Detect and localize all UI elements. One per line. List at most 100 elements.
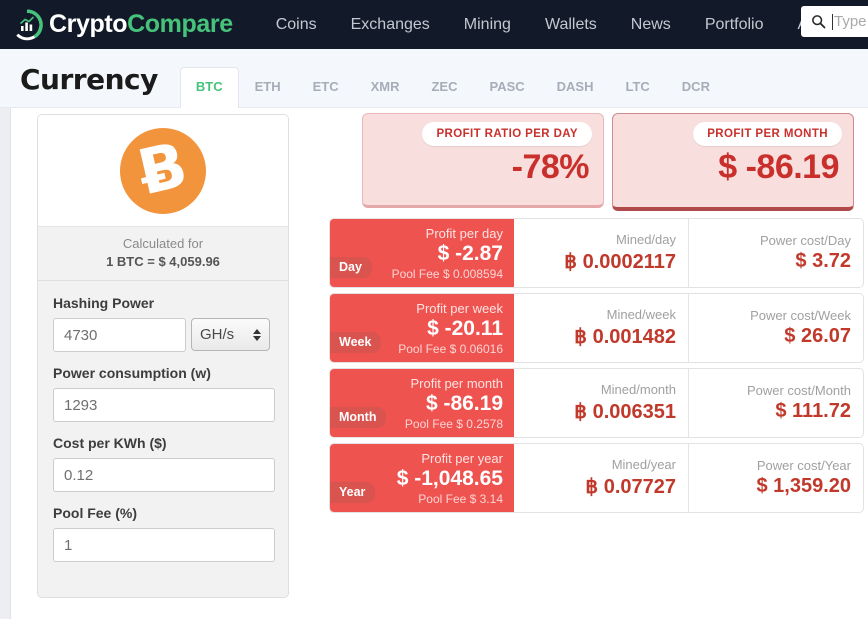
nav-link-news[interactable]: News: [614, 16, 688, 34]
search-box[interactable]: Type: [801, 6, 868, 37]
profit-label: Profit per day: [426, 226, 503, 241]
nav-links: Coins Exchanges Mining Wallets News Port…: [259, 16, 841, 34]
profit-month-value: $ -86.19: [718, 148, 839, 187]
pool-fee-value: Pool Fee $ 3.14: [418, 492, 503, 506]
mined-value: ฿ 0.006351: [574, 399, 676, 424]
search-input[interactable]: Type: [834, 13, 867, 30]
profit-label: Profit per month: [411, 376, 504, 391]
tab-zec[interactable]: ZEC: [415, 67, 473, 107]
power-cost-label: Power cost/Day: [760, 233, 851, 248]
search-icon: [811, 14, 826, 29]
profit-value: $ -86.19: [426, 392, 503, 416]
bitcoin-glyph: Ƀ: [133, 133, 193, 204]
profit-ratio-per-day-panel: PROFIT RATIO PER DAY -78%: [362, 113, 604, 208]
power-cost-label: Power cost/Month: [747, 383, 851, 398]
profit-value: $ -20.11: [427, 317, 503, 341]
brand-title-part2: Compare: [127, 10, 233, 38]
profit-month-badge: PROFIT PER MONTH: [693, 122, 842, 146]
power-cost-label: Power cost/Week: [750, 308, 851, 323]
tab-xmr[interactable]: XMR: [355, 67, 416, 107]
pool-fee-value: Pool Fee $ 0.06016: [398, 342, 503, 356]
table-row: Profit per day $ -2.87 Pool Fee $ 0.0085…: [329, 218, 864, 288]
mined-label: Mined/year: [612, 457, 676, 472]
cryptocompare-logo-icon: [10, 8, 44, 42]
power-cost-cell-day: Power cost/Day $ 3.72: [689, 219, 863, 287]
nav-link-mining[interactable]: Mining: [447, 16, 528, 34]
profit-cell-year: Profit per year $ -1,048.65 Pool Fee $ 3…: [330, 444, 514, 512]
table-row: Profit per month $ -86.19 Pool Fee $ 0.2…: [329, 368, 864, 438]
power-consumption-input[interactable]: 1293: [53, 388, 275, 422]
top-navbar: CryptoCompare Coins Exchanges Mining Wal…: [0, 0, 868, 49]
currency-tabs: BTC ETH ETC XMR ZEC PASC DASH LTC DCR: [180, 67, 726, 107]
hashing-power-input[interactable]: 4730: [53, 318, 186, 352]
profit-ratio-badge: PROFIT RATIO PER DAY: [422, 122, 592, 146]
power-consumption-label: Power consumption (w): [53, 365, 273, 381]
period-badge-month: Month: [329, 407, 386, 428]
tab-dcr[interactable]: DCR: [666, 67, 726, 107]
calculated-for-box: Calculated for 1 BTC = $ 4,059.96: [38, 227, 288, 281]
profit-cell-day: Profit per day $ -2.87 Pool Fee $ 0.0085…: [330, 219, 514, 287]
mined-value: ฿ 0.0002117: [564, 249, 676, 274]
hashing-power-row: 4730 GH/s: [53, 318, 273, 352]
brand-logo-link[interactable]: CryptoCompare: [10, 8, 233, 42]
tab-etc[interactable]: ETC: [297, 67, 355, 107]
power-cost-cell-year: Power cost/Year $ 1,359.20: [689, 444, 863, 512]
pool-fee-label: Pool Fee (%): [53, 505, 273, 521]
profit-label: Profit per year: [421, 451, 503, 466]
power-cost-value: $ 3.72: [795, 250, 851, 273]
profit-value: $ -1,048.65: [397, 467, 503, 491]
pool-fee-input[interactable]: 1: [53, 528, 275, 562]
nav-link-wallets[interactable]: Wallets: [528, 16, 614, 34]
power-cost-value: $ 1,359.20: [756, 475, 851, 498]
summary-panels: PROFIT RATIO PER DAY -78% PROFIT PER MON…: [362, 113, 854, 211]
hashing-power-label: Hashing Power: [53, 295, 273, 311]
tab-dash[interactable]: DASH: [541, 67, 610, 107]
pool-fee-value: Pool Fee $ 0.2578: [405, 417, 503, 431]
page-header-band: Currency BTC ETH ETC XMR ZEC PASC DASH L…: [0, 49, 868, 108]
left-gutter: [0, 108, 11, 619]
power-cost-cell-week: Power cost/Week $ 26.07: [689, 294, 863, 362]
tab-eth[interactable]: ETH: [239, 67, 297, 107]
profit-per-month-panel: PROFIT PER MONTH $ -86.19: [612, 113, 854, 211]
hashing-unit-select[interactable]: GH/s: [191, 318, 270, 351]
power-cost-value: $ 111.72: [775, 400, 851, 423]
page-body: Ƀ Calculated for 1 BTC = $ 4,059.96 Hash…: [0, 108, 868, 619]
calculated-for-value: 1 BTC = $ 4,059.96: [38, 254, 288, 269]
mined-label: Mined/month: [601, 382, 676, 397]
results-table: Profit per day $ -2.87 Pool Fee $ 0.0085…: [329, 218, 864, 513]
brand-title: CryptoCompare: [49, 10, 233, 39]
calculated-for-label: Calculated for: [38, 236, 288, 251]
profit-value: $ -2.87: [438, 242, 503, 266]
mined-cell-month: Mined/month ฿ 0.006351: [514, 369, 689, 437]
mined-value: ฿ 0.001482: [574, 324, 676, 349]
chevron-updown-icon: [253, 329, 261, 341]
brand-title-part1: Crypto: [49, 10, 127, 38]
mined-label: Mined/day: [616, 232, 676, 247]
main-content: Ƀ Calculated for 1 BTC = $ 4,059.96 Hash…: [11, 108, 868, 619]
nav-link-portfolio[interactable]: Portfolio: [688, 16, 781, 34]
coin-logo-box: Ƀ: [38, 115, 288, 227]
calculator-sidebar: Ƀ Calculated for 1 BTC = $ 4,059.96 Hash…: [37, 114, 289, 598]
table-row: Profit per week $ -20.11 Pool Fee $ 0.06…: [329, 293, 864, 363]
search-caret: [832, 14, 833, 30]
profit-cell-month: Profit per month $ -86.19 Pool Fee $ 0.2…: [330, 369, 514, 437]
tab-ltc[interactable]: LTC: [609, 67, 665, 107]
tab-pasc[interactable]: PASC: [473, 67, 540, 107]
power-cost-value: $ 26.07: [784, 325, 851, 348]
cost-per-kwh-input[interactable]: 0.12: [53, 458, 275, 492]
mined-value: ฿ 0.07727: [585, 474, 676, 499]
calculator-form: Hashing Power 4730 GH/s Power consumptio…: [38, 281, 288, 562]
period-badge-day: Day: [329, 257, 372, 278]
profit-cell-week: Profit per week $ -20.11 Pool Fee $ 0.06…: [330, 294, 514, 362]
nav-link-exchanges[interactable]: Exchanges: [334, 16, 447, 34]
page-title: Currency: [20, 63, 158, 96]
cost-per-kwh-label: Cost per KWh ($): [53, 435, 273, 451]
tab-btc[interactable]: BTC: [180, 67, 239, 108]
nav-link-coins[interactable]: Coins: [259, 16, 334, 34]
table-row: Profit per year $ -1,048.65 Pool Fee $ 3…: [329, 443, 864, 513]
mined-cell-year: Mined/year ฿ 0.07727: [514, 444, 689, 512]
profit-label: Profit per week: [416, 301, 503, 316]
bitcoin-icon: Ƀ: [120, 128, 206, 214]
pool-fee-value: Pool Fee $ 0.008594: [392, 267, 503, 281]
mined-cell-week: Mined/week ฿ 0.001482: [514, 294, 689, 362]
